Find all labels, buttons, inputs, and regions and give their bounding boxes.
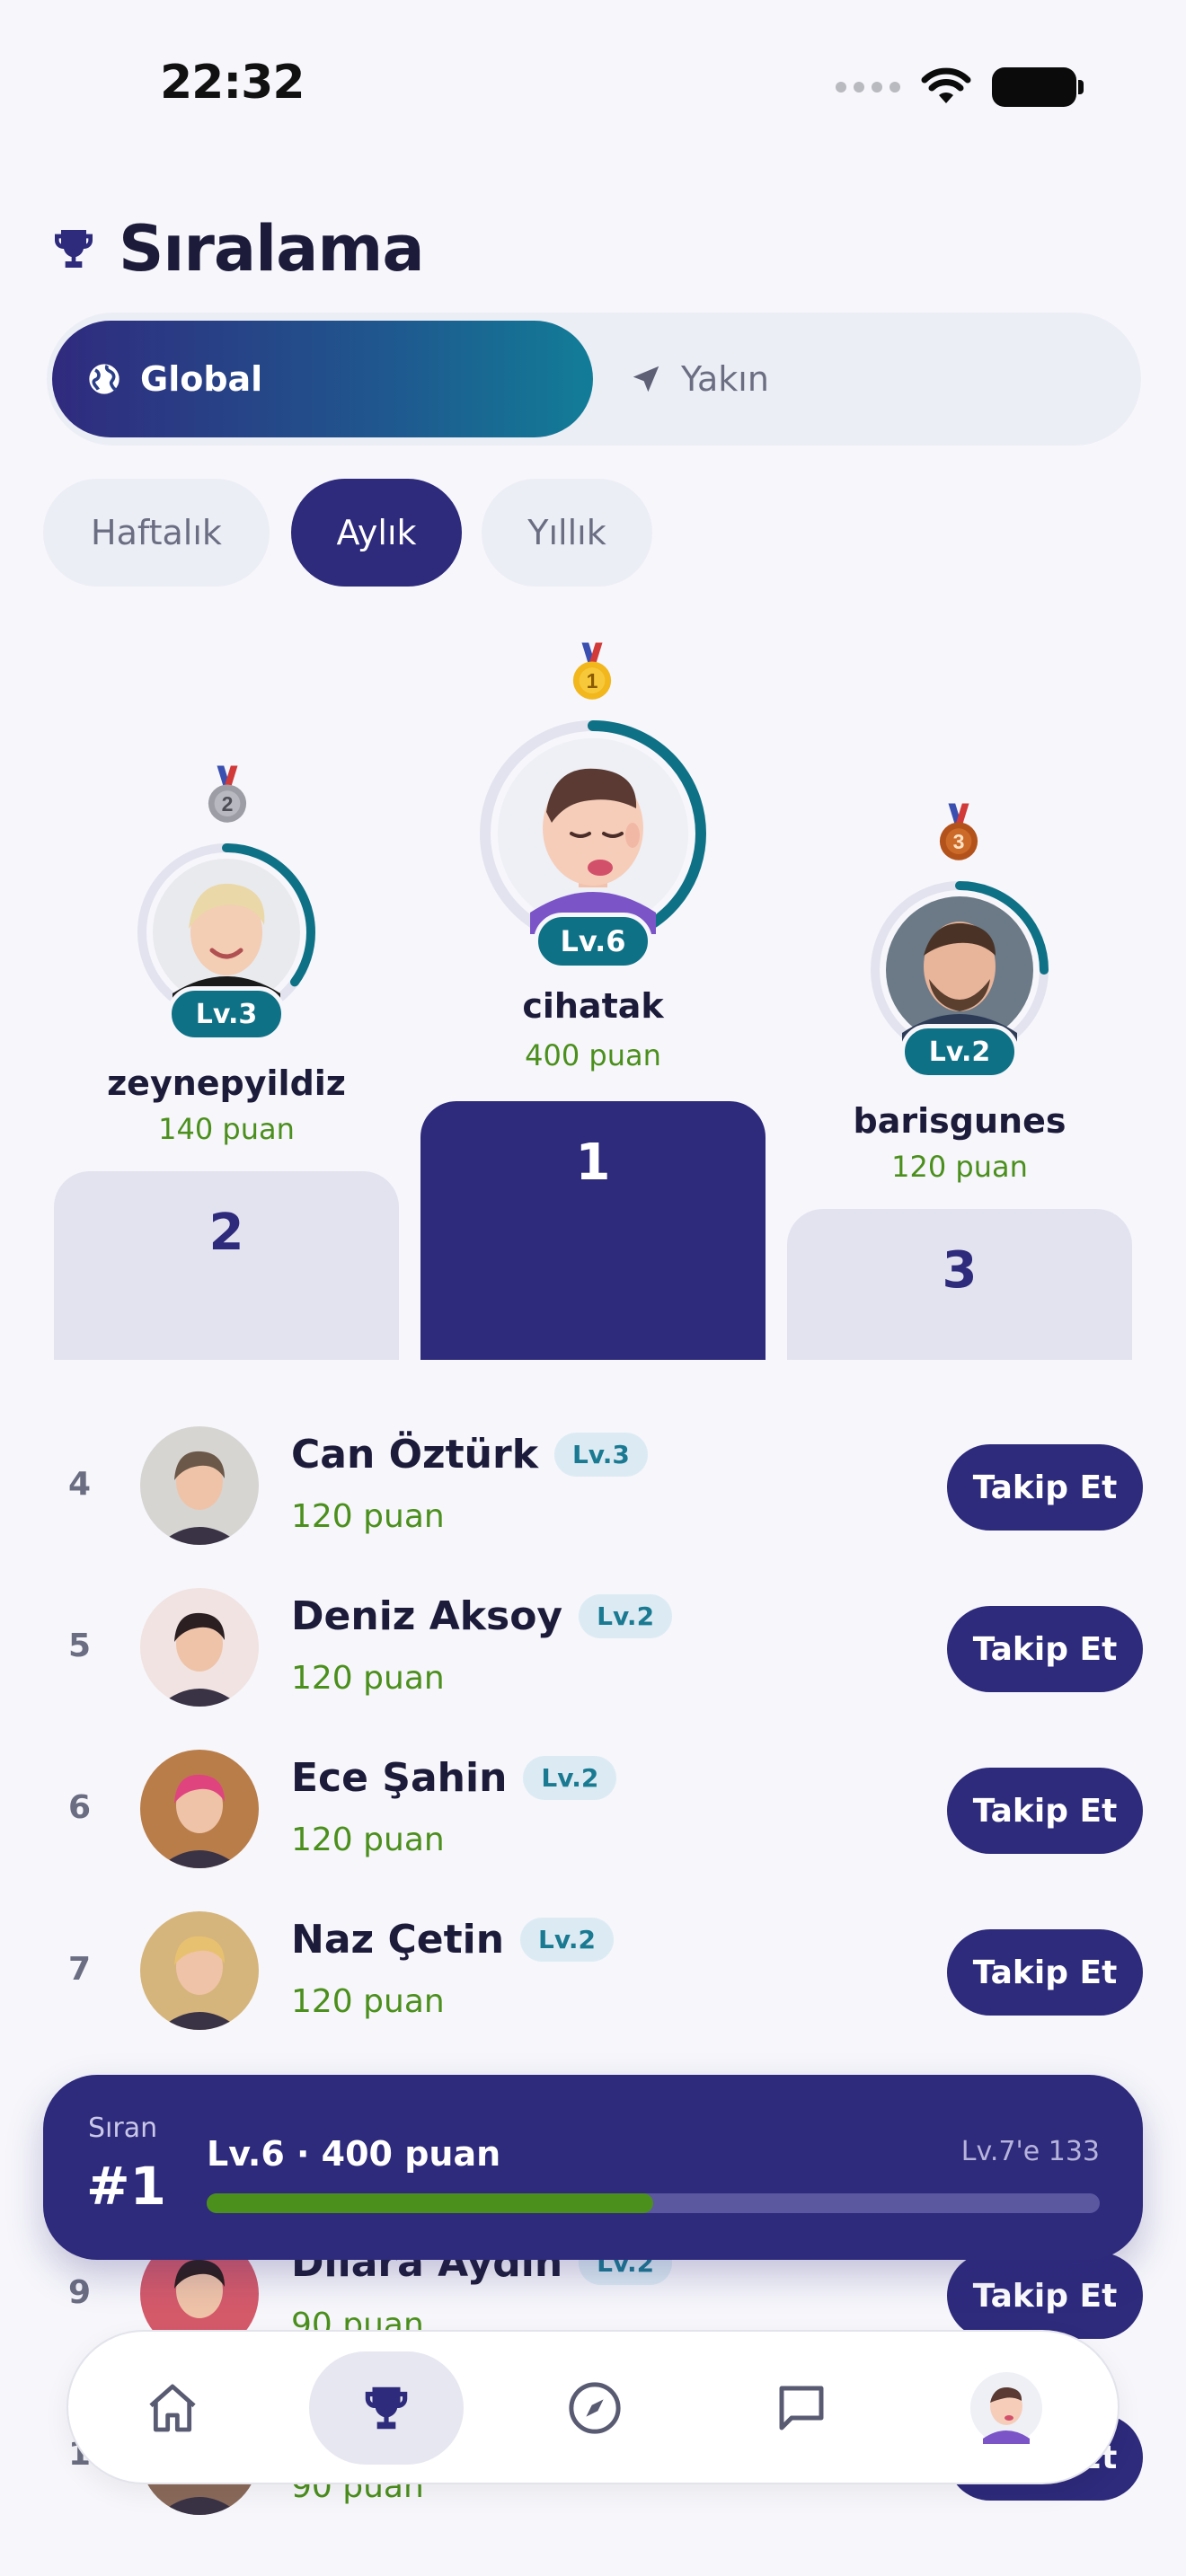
globe-icon	[89, 364, 119, 394]
podium-block-third: 3	[787, 1209, 1132, 1360]
podium-third-name[interactable]: barisgunes	[780, 1101, 1139, 1141]
bottom-tab-bar	[66, 2330, 1120, 2484]
my-rank-label: Sıran	[88, 2113, 158, 2144]
tab-yearly[interactable]: Yıllık	[482, 479, 652, 587]
tab-leaderboard[interactable]	[309, 2351, 464, 2465]
page-header: Sıralama	[49, 212, 425, 286]
row-name-group: Deniz Aksoy Lv.2	[291, 1593, 673, 1639]
follow-button[interactable]: Takip Et	[947, 2253, 1143, 2339]
home-icon	[149, 2384, 196, 2432]
user-avatar[interactable]	[140, 1426, 259, 1545]
level-progress-fill	[207, 2193, 653, 2213]
row-name-group: Naz Çetin Lv.2	[291, 1917, 614, 1963]
user-points: 120 puan	[291, 1660, 445, 1697]
table-row[interactable]: 4 Can Öztürk Lv.3 120 puan Takip Et	[0, 1403, 1186, 1565]
tab-global-label: Global	[140, 359, 263, 399]
profile-avatar	[970, 2372, 1042, 2444]
row-rank: 5	[68, 1627, 92, 1664]
level-badge: Lv.3	[553, 1433, 648, 1477]
table-row[interactable]: 6 Ece Şahin Lv.2 120 puan Takip Et	[0, 1726, 1186, 1888]
tab-messages[interactable]	[724, 2351, 879, 2465]
svg-text:3: 3	[953, 830, 965, 853]
follow-button[interactable]: Takip Et	[947, 1444, 1143, 1531]
tab-weekly[interactable]: Haftalık	[43, 479, 270, 587]
trophy-icon	[365, 2386, 408, 2430]
follow-button[interactable]: Takip Et	[947, 1768, 1143, 1854]
signal-dots-icon	[836, 82, 900, 93]
tab-home[interactable]	[95, 2351, 250, 2465]
podium-second-points: 140 puan	[158, 1112, 295, 1146]
follow-button[interactable]: Takip Et	[947, 1929, 1143, 2016]
compass-icon	[569, 2382, 621, 2434]
user-avatar[interactable]	[140, 1911, 259, 2030]
user-name[interactable]: Deniz Aksoy	[291, 1593, 562, 1639]
battery-icon	[992, 67, 1084, 107]
follow-button[interactable]: Takip Et	[947, 1606, 1143, 1692]
user-name[interactable]: Can Öztürk	[291, 1432, 538, 1478]
podium-block-first: 1	[420, 1101, 766, 1360]
row-name-group: Can Öztürk Lv.3	[291, 1432, 648, 1478]
row-rank: 6	[68, 1788, 92, 1826]
svg-text:1: 1	[587, 669, 598, 693]
table-row[interactable]: 5 Deniz Aksoy Lv.2 120 puan Takip Et	[0, 1565, 1186, 1726]
tab-nearby-label: Yakın	[681, 359, 769, 399]
podium-block-second: 2	[54, 1171, 399, 1360]
my-rank-summary: Lv.6 · 400 puan	[207, 2134, 501, 2174]
podium-third-points: 120 puan	[891, 1150, 1028, 1184]
location-arrow-icon	[633, 366, 659, 393]
tab-explore[interactable]	[518, 2351, 672, 2465]
status-time: 22:32	[160, 56, 305, 110]
podium-first-level-badge: Lv.6	[534, 913, 652, 970]
tab-profile[interactable]	[929, 2351, 1084, 2465]
tab-global[interactable]: Global	[52, 321, 593, 437]
user-points: 120 puan	[291, 1983, 445, 2020]
bronze-medal-icon: 3	[939, 803, 978, 860]
row-rank: 4	[68, 1465, 92, 1503]
level-progress-bar	[207, 2193, 1100, 2213]
tab-monthly[interactable]: Aylık	[291, 479, 462, 587]
my-rank-card[interactable]: Sıran #1 Lv.6 · 400 puan Lv.7'e 133	[43, 2075, 1143, 2260]
podium-first-name[interactable]: cihatak	[413, 986, 773, 1026]
user-name[interactable]: Naz Çetin	[291, 1917, 504, 1963]
row-rank: 7	[68, 1950, 92, 1988]
user-avatar[interactable]	[140, 1750, 259, 1868]
next-level-label: Lv.7'e 133	[960, 2136, 1100, 2167]
user-avatar[interactable]	[140, 1588, 259, 1707]
user-points: 120 puan	[291, 1822, 445, 1858]
user-name[interactable]: Ece Şahin	[291, 1755, 507, 1801]
user-points: 120 puan	[291, 1498, 445, 1535]
level-badge: Lv.2	[520, 1918, 614, 1962]
table-row[interactable]: 7 Naz Çetin Lv.2 120 puan Takip Et	[0, 1888, 1186, 2050]
tab-nearby[interactable]: Yakın	[629, 321, 769, 437]
row-name-group: Ece Şahin Lv.2	[291, 1755, 617, 1801]
level-badge: Lv.2	[579, 1594, 673, 1638]
silver-medal-icon: 2	[208, 765, 247, 823]
podium-third-level-badge: Lv.2	[900, 1024, 1019, 1080]
page-title: Sıralama	[119, 212, 425, 286]
level-badge: Lv.2	[523, 1756, 617, 1800]
podium-second-name[interactable]: zeynepyildiz	[47, 1063, 406, 1103]
trophy-icon	[55, 230, 93, 268]
podium-first-points: 400 puan	[525, 1038, 661, 1072]
status-icons	[836, 65, 1084, 110]
svg-text:2: 2	[222, 792, 234, 816]
my-rank-value: #1	[86, 2156, 166, 2217]
chat-icon	[779, 2386, 824, 2430]
gold-medal-icon: 1	[572, 642, 612, 700]
wifi-icon	[921, 67, 971, 103]
podium-second-level-badge: Lv.3	[167, 986, 286, 1042]
